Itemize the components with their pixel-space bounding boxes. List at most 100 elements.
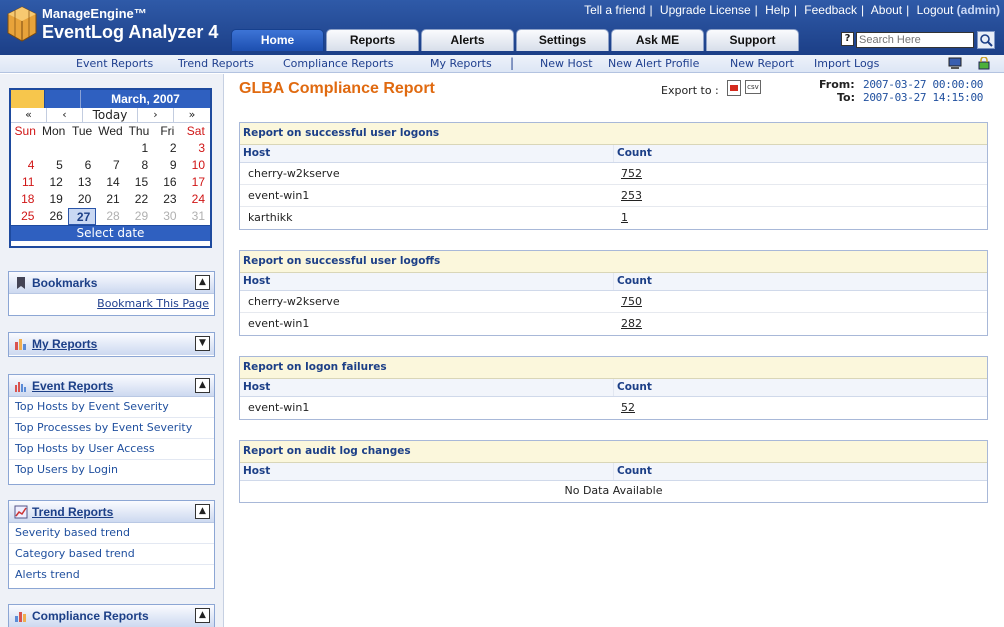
tab-reports[interactable]: Reports bbox=[326, 29, 419, 51]
collapse-icon[interactable]: ▲ bbox=[195, 504, 210, 519]
calendar-day[interactable]: 11 bbox=[11, 174, 39, 191]
help-link[interactable]: Help bbox=[765, 3, 790, 17]
calendar-range-icon[interactable] bbox=[45, 90, 81, 108]
feedback-link[interactable]: Feedback bbox=[804, 3, 857, 17]
calendar-day[interactable]: 2 bbox=[153, 140, 181, 157]
calendar-day[interactable]: 6 bbox=[68, 157, 96, 174]
calendar-day[interactable]: 4 bbox=[11, 157, 39, 174]
next-year-button[interactable]: » bbox=[174, 108, 210, 122]
logout-link[interactable]: Logout bbox=[917, 3, 954, 17]
calendar-day[interactable]: 13 bbox=[68, 174, 96, 191]
calendar-day[interactable]: 10 bbox=[182, 157, 210, 174]
host-cell: cherry-w2kserve bbox=[248, 167, 340, 180]
calendar-day[interactable]: 9 bbox=[153, 157, 181, 174]
calendar-icon[interactable] bbox=[11, 90, 45, 108]
event-reports-title[interactable]: Event Reports bbox=[32, 379, 113, 393]
tab-support[interactable]: Support bbox=[706, 29, 799, 51]
csv-icon[interactable]: csv bbox=[745, 80, 761, 94]
calendar-day[interactable]: 21 bbox=[96, 191, 124, 208]
pdf-icon[interactable] bbox=[727, 80, 741, 96]
calendar-day[interactable]: 8 bbox=[125, 157, 153, 174]
prev-year-button[interactable]: « bbox=[11, 108, 47, 122]
tell-a-friend-link[interactable]: Tell a friend bbox=[584, 3, 645, 17]
my-reports-panel: My Reports ▼ bbox=[8, 332, 215, 357]
trend-report-link[interactable]: Severity based trend bbox=[9, 523, 214, 544]
count-link[interactable]: 1 bbox=[621, 211, 628, 224]
prev-month-button[interactable]: ‹ bbox=[47, 108, 83, 122]
calendar-day[interactable]: 26 bbox=[39, 208, 67, 225]
calendar-day[interactable]: 19 bbox=[39, 191, 67, 208]
event-report-link[interactable]: Top Hosts by User Access bbox=[9, 439, 214, 460]
count-link[interactable]: 282 bbox=[621, 317, 642, 330]
about-link[interactable]: About bbox=[871, 3, 902, 17]
report-section-title: Report on logon failures bbox=[240, 357, 987, 379]
upgrade-license-link[interactable]: Upgrade License bbox=[660, 3, 751, 17]
my-reports-title[interactable]: My Reports bbox=[32, 337, 97, 351]
event-report-link[interactable]: Top Users by Login bbox=[9, 460, 214, 481]
subnav-trend-reports[interactable]: Trend Reports bbox=[178, 57, 254, 70]
tab-settings[interactable]: Settings bbox=[516, 29, 609, 51]
calendar-day[interactable]: 31 bbox=[182, 208, 210, 225]
calendar-day[interactable]: 1 bbox=[125, 140, 153, 157]
calendar-day[interactable]: 25 bbox=[11, 208, 39, 225]
tab-alerts[interactable]: Alerts bbox=[421, 29, 514, 51]
collapse-icon[interactable]: ▲ bbox=[195, 378, 210, 393]
trend-reports-title[interactable]: Trend Reports bbox=[32, 505, 113, 519]
manageengine-logo-icon bbox=[7, 6, 37, 42]
bookmark-icon bbox=[17, 277, 25, 289]
sidebar: March, 2007 « ‹ Today › » Sun Mon Tue Wed Th… bbox=[0, 74, 224, 627]
calendar-day[interactable]: 16 bbox=[153, 174, 181, 191]
calendar-day[interactable]: 23 bbox=[153, 191, 181, 208]
bookmarks-panel: Bookmarks ▲ Bookmark This Page bbox=[8, 271, 215, 316]
next-month-button[interactable]: › bbox=[138, 108, 174, 122]
calendar-day[interactable]: 24 bbox=[182, 191, 210, 208]
subnav-my-reports[interactable]: My Reports bbox=[430, 57, 492, 70]
subnav-compliance-reports[interactable]: Compliance Reports bbox=[283, 57, 393, 70]
search-input[interactable] bbox=[856, 32, 974, 48]
trend-report-link[interactable]: Alerts trend bbox=[9, 565, 214, 586]
expand-icon[interactable]: ▼ bbox=[195, 336, 210, 351]
calendar-day[interactable]: 3 bbox=[182, 140, 210, 157]
lock-icon[interactable] bbox=[977, 57, 991, 70]
count-link[interactable]: 253 bbox=[621, 189, 642, 202]
question-icon[interactable]: ? bbox=[841, 32, 854, 46]
collapse-icon[interactable]: ▲ bbox=[195, 608, 210, 623]
calendar-day[interactable]: 17 bbox=[182, 174, 210, 191]
calendar-day[interactable]: 15 bbox=[125, 174, 153, 191]
count-link[interactable]: 52 bbox=[621, 401, 635, 414]
trend-report-link[interactable]: Category based trend bbox=[9, 544, 214, 565]
calendar-day[interactable]: 12 bbox=[39, 174, 67, 191]
calendar-day[interactable]: 18 bbox=[11, 191, 39, 208]
subnav-new-alert-profile[interactable]: New Alert Profile bbox=[608, 57, 699, 70]
calendar-day[interactable]: 27 bbox=[67, 208, 97, 225]
today-button[interactable]: Today bbox=[83, 108, 138, 122]
compliance-reports-title[interactable]: Compliance Reports bbox=[32, 609, 149, 623]
weekday-label: Mon bbox=[41, 124, 66, 138]
collapse-icon[interactable]: ▲ bbox=[195, 275, 210, 290]
col-count: Count bbox=[613, 463, 987, 480]
subnav-import-logs[interactable]: Import Logs bbox=[814, 57, 879, 70]
tab-ask-me[interactable]: Ask ME bbox=[611, 29, 704, 51]
subnav-new-report[interactable]: New Report bbox=[730, 57, 794, 70]
bookmark-this-page-link[interactable]: Bookmark This Page bbox=[9, 294, 214, 315]
calendar-day[interactable]: 29 bbox=[125, 208, 153, 225]
calendar-day[interactable]: 14 bbox=[96, 174, 124, 191]
calendar-day[interactable]: 20 bbox=[68, 191, 96, 208]
count-link[interactable]: 750 bbox=[621, 295, 642, 308]
subnav-event-reports[interactable]: Event Reports bbox=[76, 57, 153, 70]
calendar-day[interactable]: 7 bbox=[96, 157, 124, 174]
host-cell: karthikk bbox=[248, 211, 293, 224]
event-report-link[interactable]: Top Hosts by Event Severity bbox=[9, 397, 214, 418]
computer-icon[interactable] bbox=[948, 57, 962, 70]
calendar-day[interactable]: 22 bbox=[125, 191, 153, 208]
select-date-button[interactable]: Select date bbox=[11, 225, 210, 241]
tab-home[interactable]: Home bbox=[231, 29, 324, 51]
calendar-day[interactable]: 30 bbox=[153, 208, 181, 225]
search-button[interactable] bbox=[977, 31, 995, 49]
calendar-day[interactable]: 28 bbox=[96, 208, 124, 225]
event-report-link[interactable]: Top Processes by Event Severity bbox=[9, 418, 214, 439]
count-link[interactable]: 752 bbox=[621, 167, 642, 180]
subnav-new-host[interactable]: New Host bbox=[540, 57, 593, 70]
from-date: 2007-03-27 00:00:00 bbox=[863, 78, 984, 91]
calendar-day[interactable]: 5 bbox=[39, 157, 67, 174]
